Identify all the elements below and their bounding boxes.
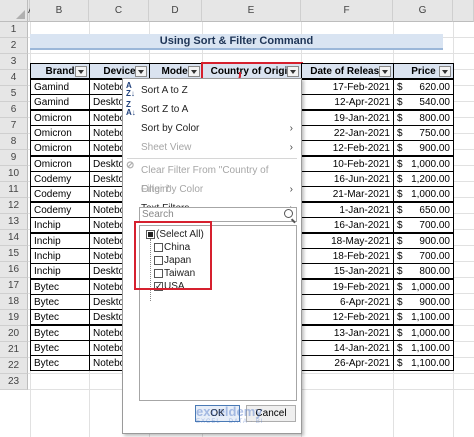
search-icon	[284, 209, 293, 218]
menu-sheet-view: Sheet View ›	[123, 138, 301, 157]
sort-ascending-icon: A Z↓	[126, 81, 135, 98]
menu-clear-filter: ⊘ Clear Filter From "Country of Origin"	[123, 160, 301, 196]
menu-sort-z-to-a[interactable]: Z A↓ Sort Z to A	[123, 100, 301, 119]
watermark-name: exceldemy	[196, 404, 263, 419]
chevron-right-icon: ›	[289, 184, 293, 195]
chevron-right-icon: ›	[289, 123, 293, 134]
sort-descending-icon: Z A↓	[126, 100, 136, 117]
clear-filter-icon: ⊘	[126, 160, 135, 171]
search-placeholder: Search	[142, 209, 174, 220]
highlight-frame	[134, 221, 212, 290]
menu-sort-a-to-z-label: Sort A to Z	[141, 85, 188, 96]
menu-sort-a-to-z[interactable]: A Z↓ Sort A to Z	[123, 81, 301, 100]
menu-sort-by-color-label: Sort by Color	[141, 123, 200, 134]
menu-filter-by-color-label: Filter by Color	[141, 184, 204, 195]
watermark-logo: exceldemy EXCEL · DATA · BI	[196, 404, 264, 425]
watermark-tagline: EXCEL · DATA · BI	[196, 419, 264, 425]
menu-filter-by-color: Filter by Color ›	[123, 180, 301, 199]
filter-search-input[interactable]: Search	[139, 207, 297, 222]
menu-sort-by-color[interactable]: Sort by Color ›	[123, 119, 301, 138]
menu-sort-z-to-a-label: Sort Z to A	[141, 104, 189, 115]
menu-sheet-view-label: Sheet View	[141, 142, 192, 153]
chevron-right-icon: ›	[289, 142, 293, 153]
spreadsheet: A B C D E F G 12345678910111213141516171…	[0, 0, 474, 437]
